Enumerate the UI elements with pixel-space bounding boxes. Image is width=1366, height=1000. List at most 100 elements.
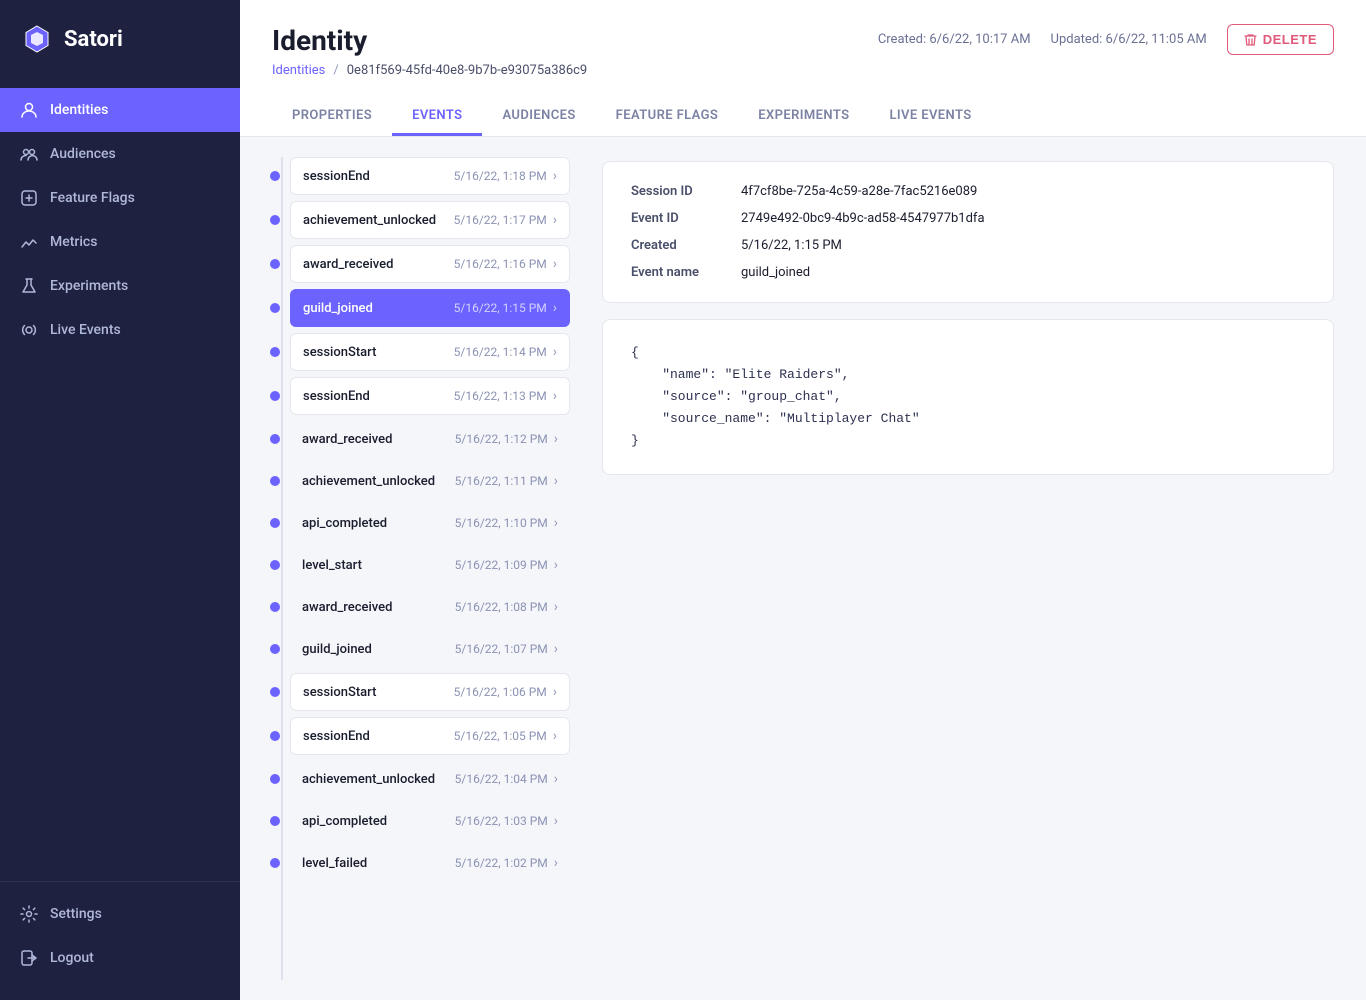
event-plain[interactable]: achievement_unlocked5/16/22, 1:04 PM›: [290, 761, 570, 797]
event-dot: [270, 816, 280, 826]
event-time: 5/16/22, 1:06 PM: [454, 685, 547, 699]
event-card[interactable]: sessionEnd5/16/22, 1:05 PM›: [290, 717, 570, 755]
session-id-label: Session ID: [631, 184, 741, 199]
event-arrow-icon: ›: [554, 431, 558, 447]
event-dot: [270, 560, 280, 570]
live-events-icon: [20, 321, 38, 339]
event-item: award_received5/16/22, 1:16 PM›: [270, 245, 570, 283]
experiments-icon: [20, 277, 38, 295]
event-name: sessionEnd: [303, 729, 370, 744]
event-name: guild_joined: [302, 642, 372, 657]
event-arrow-icon: ›: [554, 557, 558, 573]
sidebar-item-identities[interactable]: Identities: [0, 88, 240, 132]
event-plain[interactable]: achievement_unlocked5/16/22, 1:11 PM›: [290, 463, 570, 499]
event-dot: [270, 434, 280, 444]
app-name: Satori: [64, 27, 123, 52]
event-item: api_completed5/16/22, 1:10 PM›: [270, 505, 570, 541]
event-plain[interactable]: level_start5/16/22, 1:09 PM›: [290, 547, 570, 583]
tab-live-events[interactable]: LIVE EVENTS: [869, 98, 991, 136]
event-name: guild_joined: [303, 301, 373, 316]
event-name: api_completed: [302, 516, 387, 531]
tab-feature-flags[interactable]: FEATURE FLAGS: [596, 98, 739, 136]
event-plain[interactable]: award_received5/16/22, 1:12 PM›: [290, 421, 570, 457]
event-dot: [270, 215, 280, 225]
app-logo: Satori: [0, 0, 240, 78]
event-arrow-icon: ›: [553, 256, 557, 272]
sidebar-item-experiments[interactable]: Experiments: [0, 264, 240, 308]
event-time: 5/16/22, 1:04 PM: [455, 772, 548, 786]
sidebar-label-identities: Identities: [50, 102, 108, 118]
events-list: sessionEnd5/16/22, 1:18 PM›achievement_u…: [240, 137, 570, 1000]
event-card[interactable]: achievement_unlocked 5/16/22, 1:17 PM ›: [290, 201, 570, 239]
event-name: achievement_unlocked: [302, 474, 435, 489]
event-card[interactable]: sessionStart 5/16/22, 1:06 PM ›: [290, 673, 570, 711]
sidebar-item-audiences[interactable]: Audiences: [0, 132, 240, 176]
event-plain[interactable]: guild_joined5/16/22, 1:07 PM›: [290, 631, 570, 667]
feature-flags-icon: [20, 189, 38, 207]
event-time: 5/16/22, 1:12 PM: [455, 432, 548, 446]
sidebar-item-settings[interactable]: Settings: [0, 892, 240, 936]
event-arrow-icon: ›: [554, 855, 558, 871]
event-name-value: guild_joined: [741, 265, 1305, 280]
event-dot: [270, 687, 280, 697]
created-label: Created: [631, 238, 741, 253]
event-plain[interactable]: api_completed5/16/22, 1:10 PM›: [290, 505, 570, 541]
sidebar-item-metrics[interactable]: Metrics: [0, 220, 240, 264]
event-item: sessionStart5/16/22, 1:14 PM›: [270, 333, 570, 371]
sidebar-item-feature-flags[interactable]: Feature Flags: [0, 176, 240, 220]
page-header: Identity Created: 6/6/22, 10:17 AM Updat…: [240, 0, 1366, 137]
tab-events[interactable]: EVENTS: [392, 98, 482, 136]
event-name: sessionStart: [303, 685, 376, 700]
event-card[interactable]: sessionEnd5/16/22, 1:13 PM›: [290, 377, 570, 415]
event-dot: [270, 858, 280, 868]
event-card[interactable]: award_received5/16/22, 1:16 PM›: [290, 245, 570, 283]
event-name: achievement_unlocked: [303, 213, 436, 228]
event-card[interactable]: sessionStart5/16/22, 1:14 PM›: [290, 333, 570, 371]
header-top: Identity Created: 6/6/22, 10:17 AM Updat…: [272, 24, 1334, 57]
event-json-card: { "name": "Elite Raiders", "source": "gr…: [602, 319, 1334, 475]
delete-label: DELETE: [1263, 32, 1317, 47]
event-name: award_received: [302, 600, 392, 615]
event-arrow-icon: ›: [553, 300, 557, 316]
event-card[interactable]: sessionEnd5/16/22, 1:18 PM›: [290, 157, 570, 195]
identities-icon: [20, 101, 38, 119]
tabs-bar: PROPERTIES EVENTS AUDIENCES FEATURE FLAG…: [272, 98, 1334, 136]
event-arrow-icon: ›: [553, 684, 557, 700]
logout-icon: [20, 949, 38, 967]
event-item: sessionEnd5/16/22, 1:05 PM›: [270, 717, 570, 755]
event-name: sessionEnd: [303, 169, 370, 184]
event-name: sessionEnd: [303, 389, 370, 404]
event-card[interactable]: guild_joined5/16/22, 1:15 PM›: [290, 289, 570, 327]
event-dot: [270, 518, 280, 528]
tab-properties[interactable]: PROPERTIES: [272, 98, 392, 136]
breadcrumb-link[interactable]: Identities: [272, 63, 325, 78]
event-plain[interactable]: api_completed5/16/22, 1:03 PM›: [290, 803, 570, 839]
event-name: api_completed: [302, 814, 387, 829]
event-time: 5/16/22, 1:08 PM: [455, 600, 548, 614]
event-dot: [270, 171, 280, 181]
tab-audiences[interactable]: AUDIENCES: [482, 98, 595, 136]
event-arrow-icon: ›: [553, 212, 557, 228]
event-time: 5/16/22, 1:10 PM: [455, 516, 548, 530]
sidebar-label-logout: Logout: [50, 950, 94, 966]
header-right: Created: 6/6/22, 10:17 AM Updated: 6/6/2…: [878, 24, 1334, 55]
delete-icon: [1244, 33, 1257, 47]
event-dot: [270, 303, 280, 313]
event-name: award_received: [303, 257, 393, 272]
event-time: 5/16/22, 1:18 PM: [454, 169, 547, 183]
tab-experiments[interactable]: EXPERIMENTS: [738, 98, 869, 136]
event-item: sessionStart 5/16/22, 1:06 PM ›: [270, 673, 570, 711]
sidebar-item-logout[interactable]: Logout: [0, 936, 240, 980]
event-arrow-icon: ›: [554, 599, 558, 615]
delete-button[interactable]: DELETE: [1227, 24, 1334, 55]
event-dot: [270, 391, 280, 401]
event-plain[interactable]: level_failed5/16/22, 1:02 PM›: [290, 845, 570, 881]
sidebar-item-live-events[interactable]: Live Events: [0, 308, 240, 352]
event-time: 5/16/22, 1:17 PM: [454, 213, 547, 227]
sidebar-label-settings: Settings: [50, 906, 102, 922]
event-arrow-icon: ›: [554, 641, 558, 657]
event-name-label: Event name: [631, 265, 741, 280]
event-item: guild_joined5/16/22, 1:15 PM›: [270, 289, 570, 327]
settings-icon: [20, 905, 38, 923]
event-plain[interactable]: award_received 5/16/22, 1:08 PM ›: [290, 589, 570, 625]
